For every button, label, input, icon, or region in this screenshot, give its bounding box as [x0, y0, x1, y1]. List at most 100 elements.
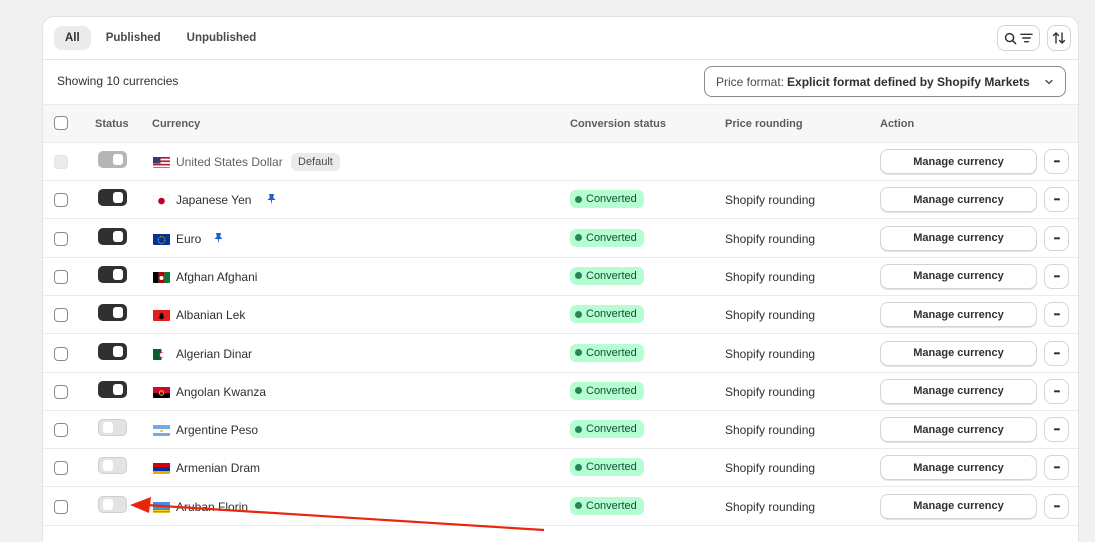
price-format-label: Price format: — [716, 74, 785, 89]
tab-published[interactable]: Published — [95, 26, 172, 50]
more-horizontal-icon[interactable]: ••• — [1044, 302, 1069, 328]
manage-currency-button[interactable]: Manage currency — [880, 455, 1037, 481]
more-horizontal-icon[interactable]: ••• — [1044, 417, 1069, 443]
toggle-knob — [113, 154, 123, 165]
conversion-status-badge: Converted — [570, 190, 644, 209]
status-toggle[interactable] — [98, 342, 127, 360]
toggle-knob — [103, 498, 113, 510]
status-toggle[interactable] — [98, 227, 127, 245]
table-row: Aruban Florin Converted Shopify rounding Ma… — [43, 488, 1078, 526]
pin-icon[interactable] — [266, 193, 277, 208]
currency-name: Algerian Dinar — [176, 346, 253, 361]
manage-currency-button[interactable]: Manage currency — [880, 378, 1037, 404]
status-dot — [575, 387, 582, 395]
toggle-knob — [113, 230, 123, 242]
flag-ao-icon — [153, 386, 170, 398]
manage-currency-button[interactable]: Manage currency — [880, 263, 1037, 289]
price-rounding: Shopify rounding — [725, 423, 816, 438]
toggle-knob — [113, 383, 123, 395]
status-toggle[interactable] — [98, 189, 127, 207]
status-toggle[interactable] — [98, 457, 127, 475]
conversion-status-label: Converted — [586, 499, 637, 512]
price-rounding: Shopify rounding — [725, 384, 816, 399]
more-horizontal-icon[interactable]: ••• — [1044, 149, 1069, 174]
manage-currency-button[interactable]: Manage currency — [880, 493, 1037, 519]
manage-currency-button[interactable]: Manage currency — [880, 302, 1037, 328]
more-horizontal-icon[interactable]: ••• — [1044, 378, 1069, 404]
status-toggle[interactable] — [98, 304, 127, 322]
conversion-status-label: Converted — [586, 231, 637, 244]
column-action: Action — [880, 118, 915, 130]
price-rounding: Shopify rounding — [725, 231, 816, 246]
row-checkbox[interactable] — [54, 346, 68, 361]
manage-currency-button[interactable]: Manage currency — [880, 187, 1037, 213]
more-horizontal-icon[interactable]: ••• — [1044, 187, 1069, 213]
toggle-knob — [113, 307, 123, 319]
conversion-status-badge: Converted — [570, 496, 644, 515]
conversion-status-label: Converted — [586, 193, 637, 206]
status-dot — [575, 463, 582, 471]
status-dot — [575, 195, 582, 203]
search-filter-button[interactable] — [997, 25, 1040, 51]
price-format-select[interactable]: Price format: Explicit format defined by… — [704, 66, 1066, 97]
currency-name: Afghan Afghani — [176, 269, 258, 284]
row-checkbox[interactable] — [54, 461, 68, 476]
conversion-status-label: Converted — [586, 384, 637, 397]
price-rounding: Shopify rounding — [725, 193, 816, 208]
status-toggle[interactable] — [98, 419, 127, 437]
more-horizontal-icon[interactable]: ••• — [1044, 340, 1069, 366]
conversion-status-label: Converted — [586, 346, 637, 359]
price-rounding: Shopify rounding — [725, 461, 816, 476]
status-dot — [575, 349, 582, 356]
more-horizontal-icon[interactable]: ••• — [1044, 263, 1069, 289]
status-toggle — [98, 151, 127, 168]
default-badge: Default — [291, 153, 340, 171]
tab-all[interactable]: All — [54, 26, 91, 50]
table-row: Algerian Dinar Converted Shopify rounding M… — [43, 335, 1078, 373]
more-horizontal-icon[interactable]: ••• — [1044, 225, 1069, 251]
conversion-status-badge: Converted — [570, 266, 644, 285]
flag-us-icon — [153, 156, 170, 168]
select-all-checkbox[interactable] — [54, 116, 68, 130]
table-row: United States Dollar Default Manage curren… — [43, 143, 1078, 181]
status-toggle[interactable] — [98, 265, 127, 283]
price-rounding: Shopify rounding — [725, 346, 816, 361]
row-checkbox[interactable] — [54, 193, 68, 208]
table-header: Status Currency Conversion status Price … — [43, 104, 1078, 143]
toggle-knob — [113, 345, 123, 357]
row-checkbox[interactable] — [54, 231, 68, 246]
manage-currency-button[interactable]: Manage currency — [880, 225, 1037, 251]
currency-name: United States Dollar — [176, 155, 283, 169]
row-checkbox[interactable] — [54, 384, 68, 399]
conversion-status-badge: Converted — [570, 305, 644, 324]
tab-unpublished[interactable]: Unpublished — [176, 26, 268, 50]
table-row: Albanian Lek Converted Shopify rounding Man… — [43, 296, 1078, 335]
column-price-rounding: Price rounding — [725, 118, 803, 130]
more-horizontal-icon[interactable]: ••• — [1044, 493, 1069, 519]
manage-currency-button[interactable]: Manage currency — [880, 149, 1037, 174]
status-dot — [575, 502, 582, 510]
manage-currency-button[interactable]: Manage currency — [880, 417, 1037, 443]
row-checkbox[interactable] — [54, 308, 68, 323]
currency-name: Japanese Yen — [176, 193, 252, 208]
filter-tabs: All Published Unpublished — [54, 26, 267, 50]
row-checkbox[interactable] — [54, 269, 68, 284]
toggle-knob — [103, 422, 113, 434]
currency-name: Armenian Dram — [176, 461, 261, 476]
status-toggle[interactable] — [98, 380, 127, 398]
conversion-status-label: Converted — [586, 461, 637, 474]
flag-eu-icon — [153, 233, 170, 245]
manage-currency-button[interactable]: Manage currency — [880, 340, 1037, 366]
price-format-value: Explicit format defined by Shopify Marke… — [787, 74, 1030, 89]
pin-icon[interactable] — [213, 232, 224, 247]
more-horizontal-icon[interactable]: ••• — [1044, 455, 1069, 481]
sort-button[interactable] — [1047, 25, 1071, 51]
row-checkbox[interactable] — [54, 423, 68, 438]
price-rounding: Shopify rounding — [725, 269, 816, 284]
table-row: Argentine Peso Converted Shopify rounding M… — [43, 411, 1078, 450]
row-checkbox[interactable] — [54, 499, 68, 514]
table-row: Angolan Kwanza Converted Shopify rounding M… — [43, 373, 1078, 411]
flag-ar-icon — [153, 424, 170, 437]
currency-name: Argentine Peso — [176, 423, 259, 438]
status-toggle[interactable] — [98, 495, 127, 513]
